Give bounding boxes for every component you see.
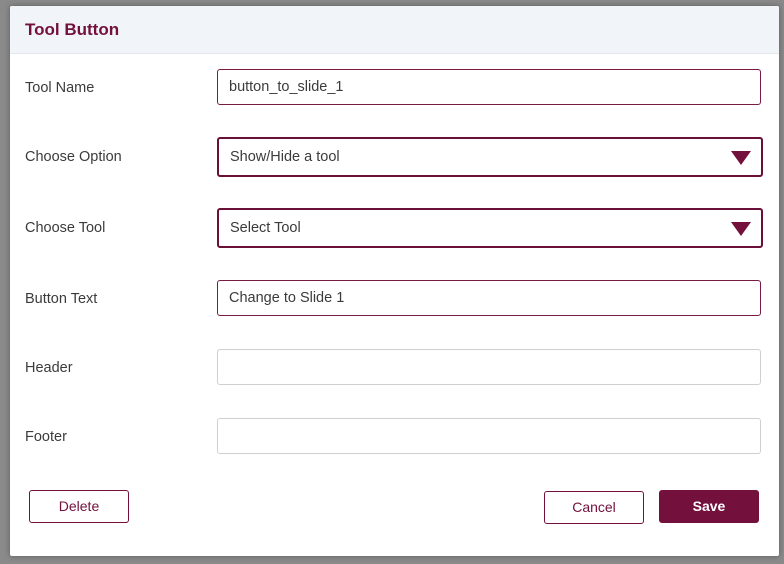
save-button[interactable]: Save: [659, 490, 759, 523]
footer-input[interactable]: [217, 418, 761, 454]
caret-down-icon: [731, 222, 751, 236]
delete-button[interactable]: Delete: [29, 490, 129, 523]
choose-tool-label: Choose Tool: [25, 220, 106, 236]
choose-option-select[interactable]: Show/Hide a tool: [217, 137, 763, 177]
header-label: Header: [25, 360, 73, 376]
tool-name-label: Tool Name: [25, 80, 95, 96]
choose-tool-value: Select Tool: [230, 220, 301, 236]
tool-name-input[interactable]: [217, 69, 761, 105]
dialog-header: Tool Button: [10, 6, 779, 54]
button-text-input[interactable]: [217, 280, 761, 316]
choose-tool-select[interactable]: Select Tool: [217, 208, 763, 248]
button-text-label: Button Text: [25, 291, 98, 307]
choose-option-label: Choose Option: [25, 149, 122, 165]
choose-option-value: Show/Hide a tool: [230, 149, 340, 165]
cancel-button[interactable]: Cancel: [544, 491, 644, 524]
footer-label: Footer: [25, 429, 67, 445]
caret-down-icon: [731, 151, 751, 165]
dialog-title: Tool Button: [25, 20, 120, 39]
header-input[interactable]: [217, 349, 761, 385]
tool-button-dialog: Tool Button Tool Name Choose Option Show…: [10, 6, 779, 556]
